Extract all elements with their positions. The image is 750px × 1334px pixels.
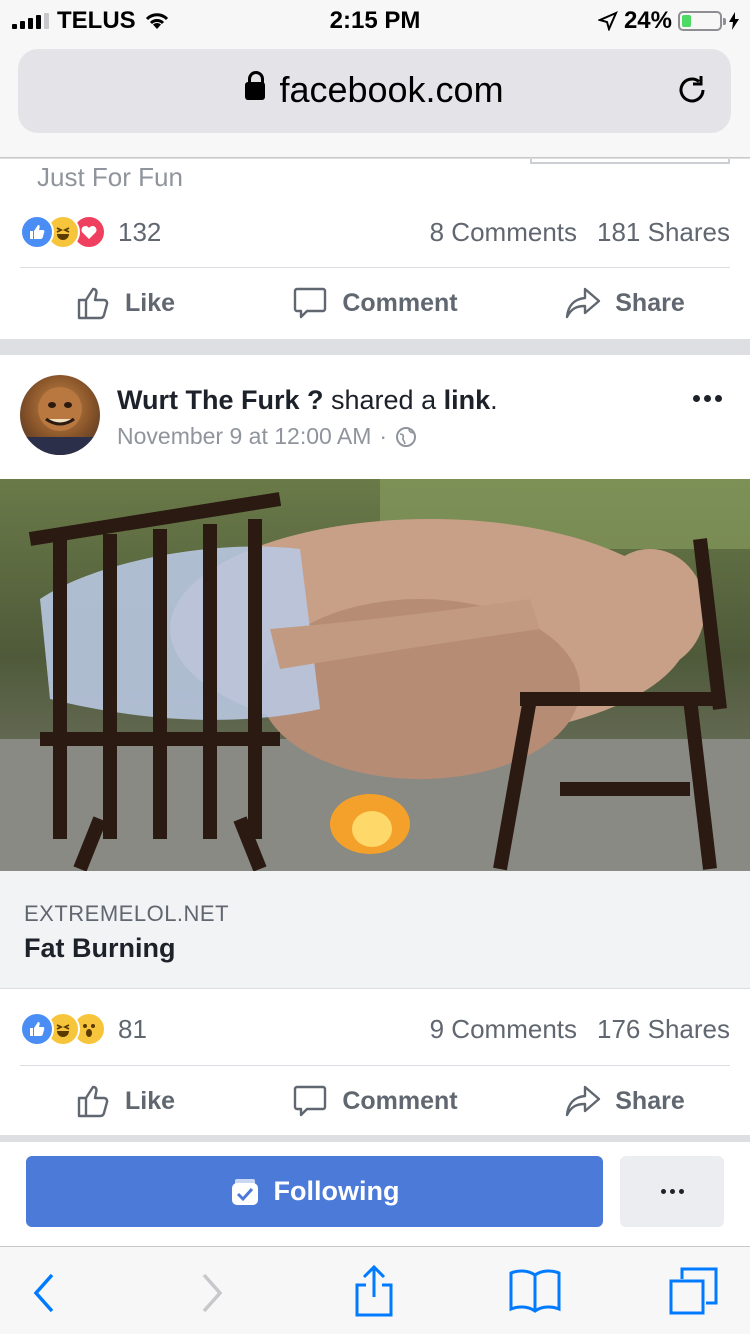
like-label: Like xyxy=(124,288,176,317)
link-subtitle: Just For Fun xyxy=(37,162,183,192)
post-actions: Like Comment Share xyxy=(0,266,750,340)
battery-icon xyxy=(678,11,726,31)
action-text: shared a xyxy=(331,385,437,415)
following-check-icon xyxy=(231,1178,258,1205)
share-icon xyxy=(566,1085,601,1117)
url-text: facebook.com xyxy=(279,69,504,110)
share-label: Share xyxy=(615,1086,685,1115)
link-preview[interactable]: EXTREMELOL.NET Fat Burning xyxy=(0,871,750,989)
reaction-count: 132 xyxy=(118,216,162,247)
comment-label: Comment xyxy=(342,288,458,317)
link-domain: EXTREMELOL.NET xyxy=(24,901,230,926)
following-label: Following xyxy=(273,1176,400,1206)
comment-label: Comment xyxy=(342,1086,458,1115)
comment-icon xyxy=(294,287,327,319)
share-count[interactable]: 176 Shares xyxy=(597,1014,730,1045)
forward-icon[interactable] xyxy=(196,1271,226,1315)
like-icon xyxy=(20,215,54,249)
thumbs-up-icon xyxy=(77,287,109,320)
link-word[interactable]: link xyxy=(444,385,491,415)
address-bar[interactable]: facebook.com xyxy=(18,49,731,133)
link-button-edge xyxy=(530,159,730,164)
timestamp[interactable]: November 9 at 12:00 AM xyxy=(117,423,371,450)
comment-icon xyxy=(294,1085,327,1117)
reaction-summary[interactable]: 132 8 Comments 181 Shares xyxy=(20,208,730,256)
back-icon[interactable] xyxy=(30,1271,60,1315)
comment-count[interactable]: 8 Comments xyxy=(430,217,577,248)
comment-button[interactable]: Comment xyxy=(250,266,500,340)
following-button[interactable]: Following xyxy=(26,1156,603,1227)
bookmarks-icon[interactable] xyxy=(508,1267,562,1315)
lock-icon xyxy=(245,71,266,100)
share-sheet-icon[interactable] xyxy=(352,1263,396,1319)
like-button[interactable]: Like xyxy=(0,1064,250,1138)
more-options-icon[interactable] xyxy=(693,395,722,402)
reload-icon[interactable] xyxy=(675,73,709,107)
share-count[interactable]: 181 Shares xyxy=(597,217,730,248)
comment-count[interactable]: 9 Comments xyxy=(430,1014,577,1045)
post-actions: Like Comment Share xyxy=(0,1064,750,1138)
browser-header: facebook.com xyxy=(0,40,750,158)
link-title: Fat Burning xyxy=(24,933,176,963)
like-icon xyxy=(20,1012,54,1046)
comment-button[interactable]: Comment xyxy=(250,1064,500,1138)
post-header-text: Wurt The Furk ? shared a link. xyxy=(117,385,498,416)
share-label: Share xyxy=(615,288,685,317)
like-button[interactable]: Like xyxy=(0,266,250,340)
browser-toolbar xyxy=(0,1246,750,1334)
thumbs-up-icon xyxy=(77,1085,109,1118)
link-image[interactable] xyxy=(0,479,750,871)
like-label: Like xyxy=(124,1086,176,1115)
avatar[interactable] xyxy=(20,375,100,455)
status-bar: TELUS 2:15 PM 24% xyxy=(0,0,750,40)
share-button[interactable]: Share xyxy=(500,266,750,340)
reaction-summary[interactable]: 81 9 Comments 176 Shares xyxy=(20,1005,730,1053)
charging-icon xyxy=(729,12,739,30)
more-button[interactable] xyxy=(620,1156,724,1227)
post-meta: November 9 at 12:00 AM · xyxy=(117,423,417,450)
tabs-icon[interactable] xyxy=(668,1265,720,1317)
share-icon xyxy=(566,287,601,319)
reaction-count: 81 xyxy=(118,1013,147,1044)
post-card: Just For Fun 132 8 Comments 181 Shares L… xyxy=(0,159,750,339)
post-card: Wurt The Furk ? shared a link. November … xyxy=(0,355,750,1135)
share-button[interactable]: Share xyxy=(500,1064,750,1138)
follow-bar: Following xyxy=(0,1142,750,1246)
location-icon xyxy=(597,11,618,31)
globe-icon xyxy=(396,426,417,447)
separator: · xyxy=(379,423,388,449)
poster-name[interactable]: Wurt The Furk ? xyxy=(117,385,324,415)
battery-percent: 24% xyxy=(623,7,672,34)
period: . xyxy=(490,385,498,415)
